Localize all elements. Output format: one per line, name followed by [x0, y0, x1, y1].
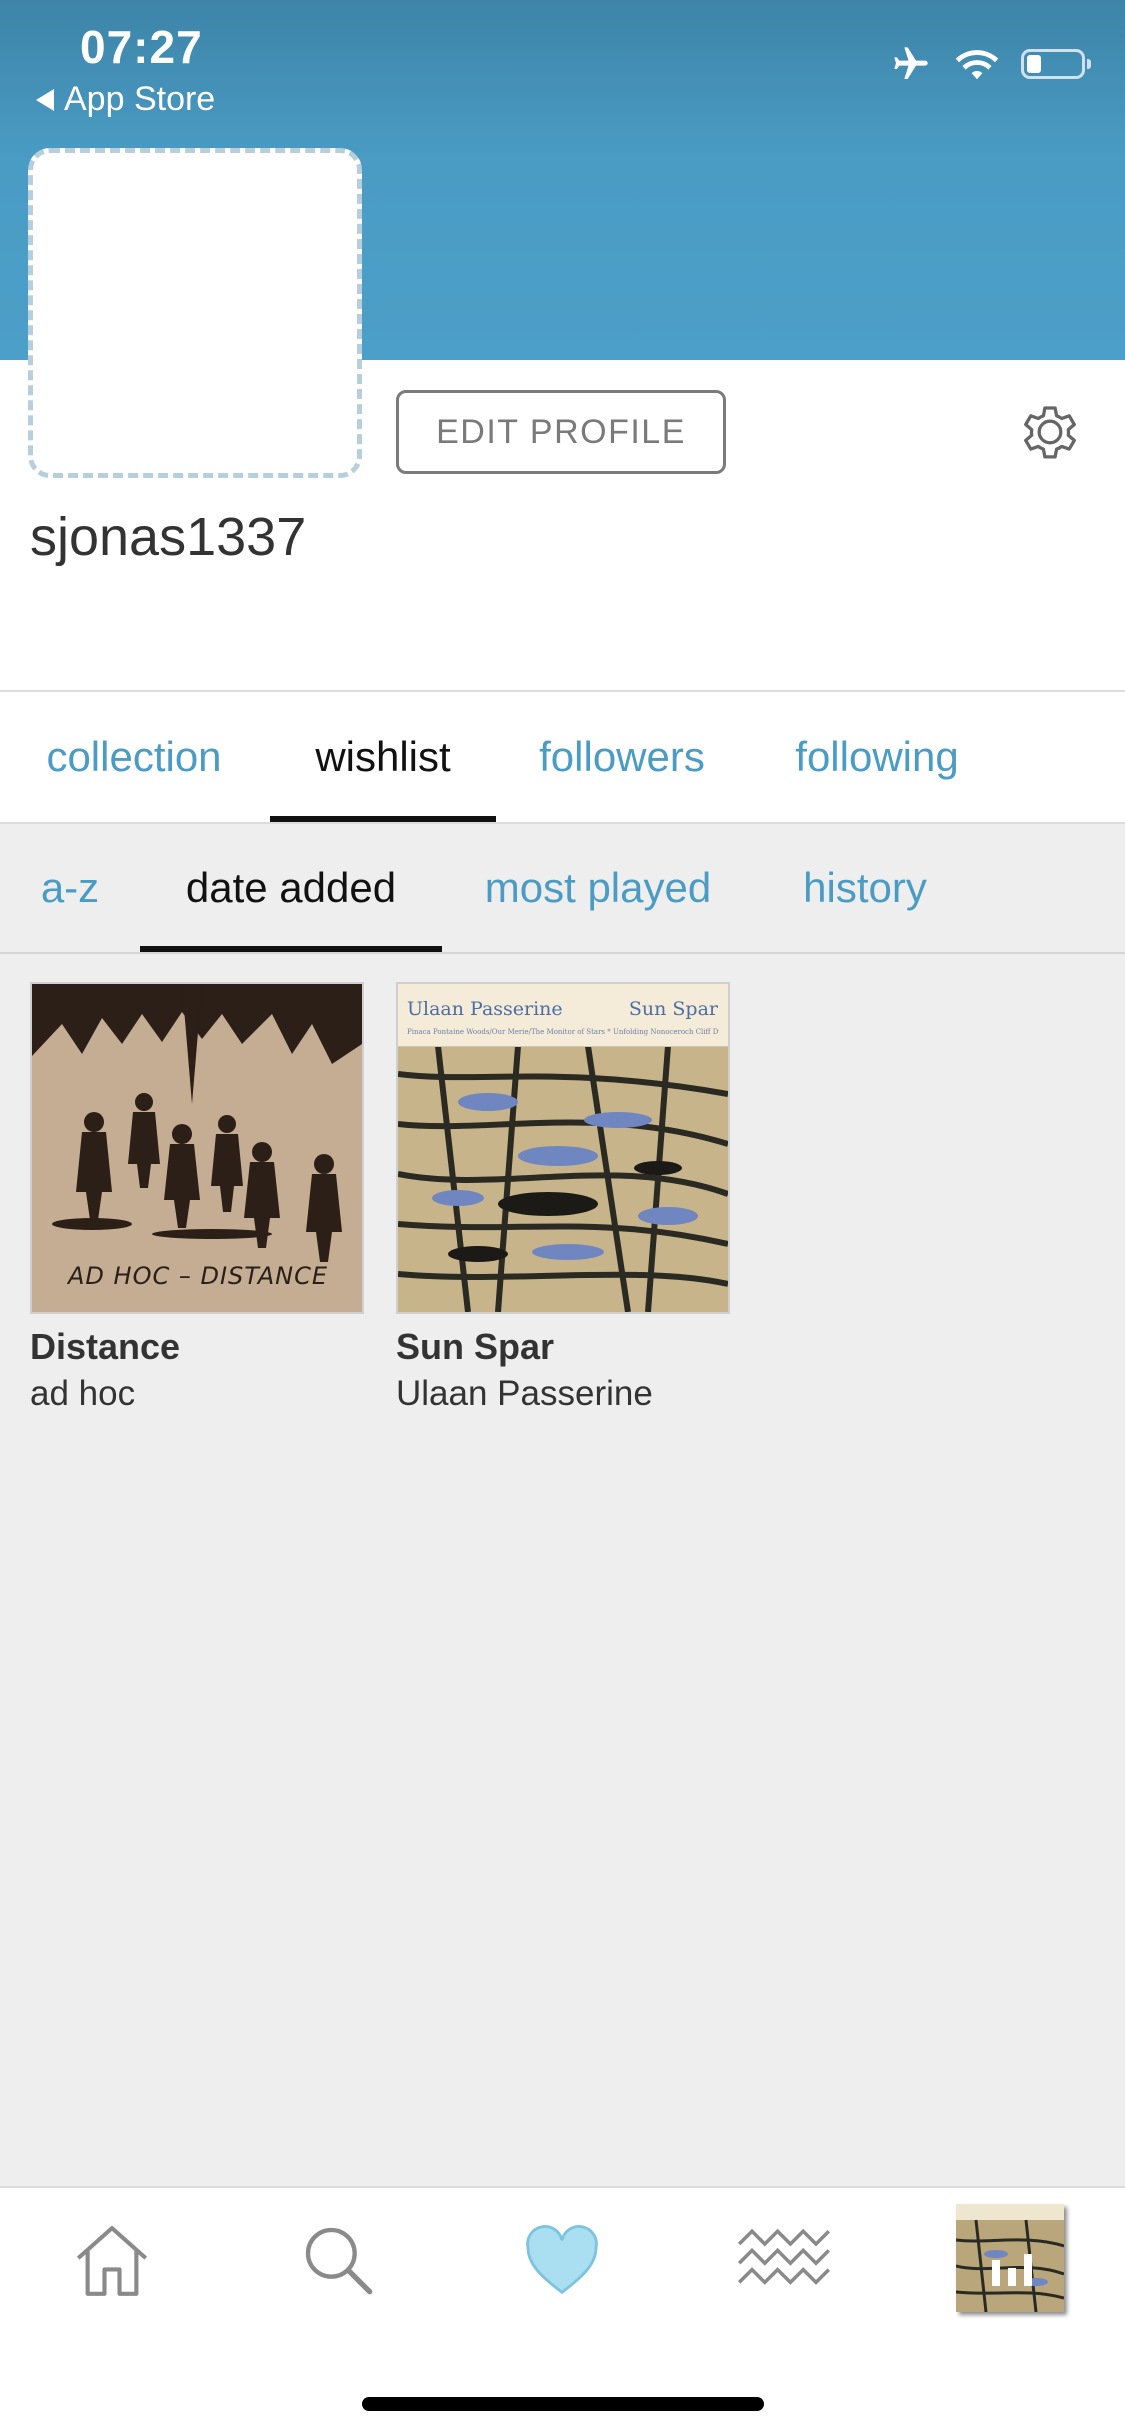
profile-tabs: collection wishlist followers following: [0, 692, 1125, 824]
sort-tab-history[interactable]: history: [774, 824, 956, 952]
album-cover-artist: Ulaan Passerine: [407, 998, 563, 1020]
tab-following[interactable]: following: [770, 692, 984, 822]
album-card[interactable]: AD HOC – DISTANCE Distance ad hoc: [30, 982, 364, 1414]
album-title[interactable]: Distance: [30, 1326, 364, 1368]
feed-icon[interactable]: [736, 2212, 832, 2308]
now-playing-thumbnail[interactable]: [956, 2204, 1064, 2312]
album-card[interactable]: Ulaan Passerine Sun Spar Pinaca Pontaine…: [396, 982, 730, 1414]
username: sjonas1337: [30, 507, 307, 567]
album-cover[interactable]: Ulaan Passerine Sun Spar Pinaca Pontaine…: [396, 982, 730, 1314]
album-cover-label: AD HOC – DISTANCE: [68, 1262, 329, 1290]
search-icon[interactable]: [290, 2212, 386, 2308]
album-artist[interactable]: Ulaan Passerine: [396, 1374, 730, 1414]
tab-collection[interactable]: collection: [18, 692, 250, 822]
tab-wishlist[interactable]: wishlist: [270, 692, 496, 822]
album-title[interactable]: Sun Spar: [396, 1326, 730, 1368]
back-arrow-icon: [36, 88, 54, 111]
album-cover-tracklist: Pinaca Pontaine Woods/Our Merie/The Moni…: [407, 1028, 719, 1036]
edit-profile-button[interactable]: EDIT PROFILE: [396, 390, 726, 474]
album-cover[interactable]: AD HOC – DISTANCE: [30, 982, 364, 1314]
wifi-icon: [955, 50, 999, 80]
sort-tab-most-played[interactable]: most played: [462, 824, 734, 952]
sort-tabs: a-z date added most played history: [0, 824, 1125, 954]
home-icon[interactable]: [64, 2212, 160, 2308]
airplane-icon: [894, 47, 928, 79]
sort-tab-a-z[interactable]: a-z: [20, 824, 120, 952]
sort-tab-date-added[interactable]: date added: [140, 824, 442, 952]
home-indicator: [362, 2397, 764, 2411]
album-cover-title: Sun Spar: [628, 998, 718, 1020]
gear-icon[interactable]: [1014, 396, 1086, 468]
status-icons: [889, 44, 1091, 84]
album-artist[interactable]: ad hoc: [30, 1374, 364, 1414]
back-to-app-store[interactable]: App Store: [36, 80, 215, 119]
tab-followers[interactable]: followers: [518, 692, 726, 822]
back-label: App Store: [64, 80, 216, 118]
heart-icon[interactable]: [514, 2212, 610, 2308]
battery-icon: [1021, 49, 1091, 79]
album-cover-header: Ulaan Passerine Sun Spar Pinaca Pontaine…: [398, 984, 728, 1047]
status-time: 07:27: [80, 21, 203, 73]
avatar[interactable]: [28, 148, 362, 478]
